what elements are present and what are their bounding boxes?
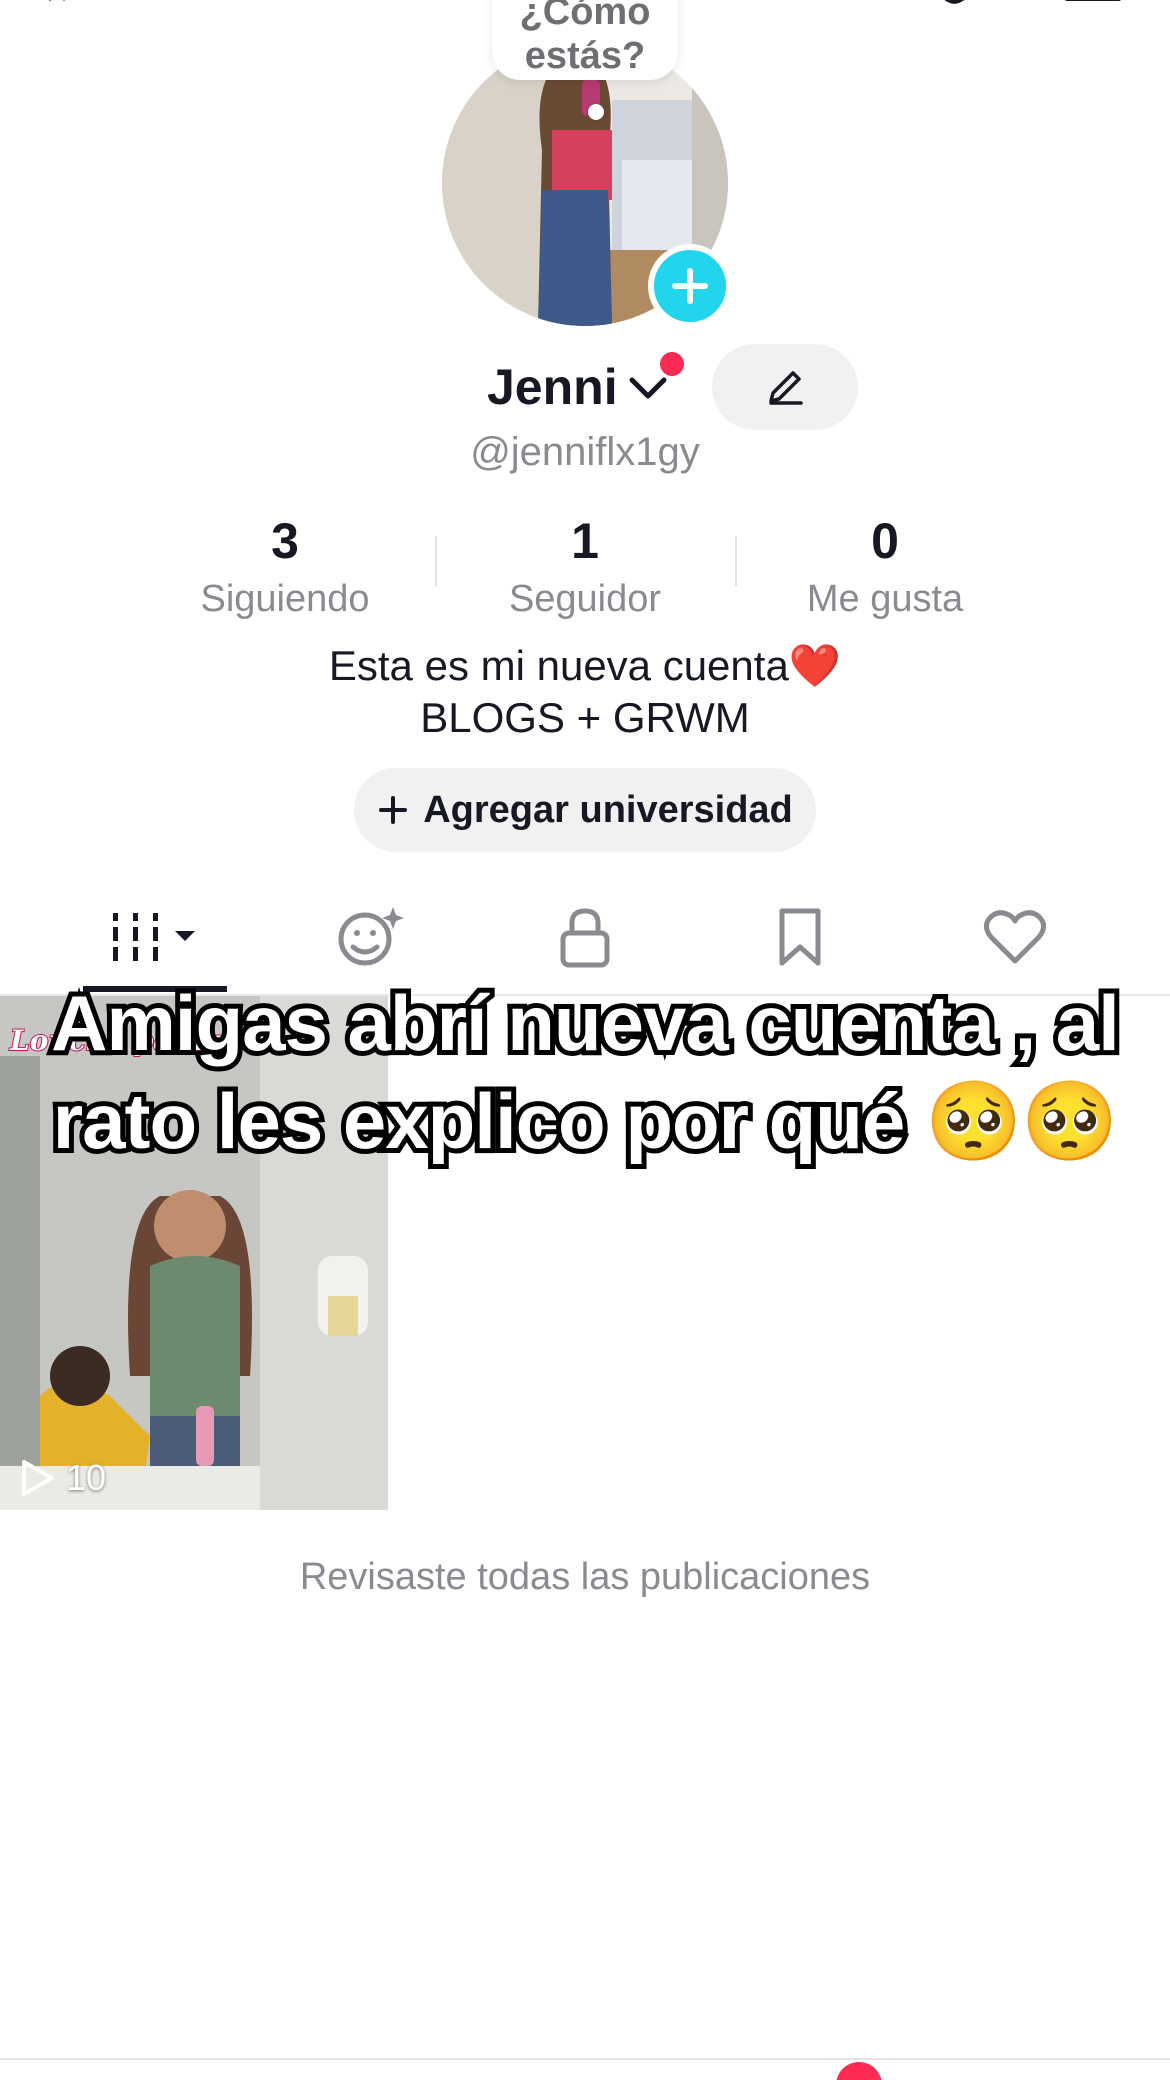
stat-value: 0 [871, 513, 899, 569]
plus-icon [379, 796, 408, 824]
overlay-caption: Amigas abrí nueva cuenta , al rato les e… [46, 974, 1125, 1170]
reposts-icon [338, 907, 404, 966]
bio: Esta es mi nueva cuenta❤️ BLOGS + GRWM [0, 640, 1170, 744]
display-name[interactable]: Jenni [487, 352, 618, 422]
profile-page: ¿Cómo estás? Jenni @jenniflx1gy 3 Siguie… [0, 0, 1170, 2080]
bio-line: BLOGS + GRWM [420, 694, 750, 741]
stat-divider [435, 536, 437, 586]
note-bubble-tail [588, 104, 604, 120]
stat-likes[interactable]: 0 Me gusta [755, 508, 1015, 624]
stat-value: 1 [571, 513, 599, 569]
play-icon [22, 1460, 54, 1496]
heart-icon [983, 910, 1047, 964]
bio-line: Esta es mi nueva cuenta❤️ [0, 640, 1170, 692]
videos-grid-icon [113, 913, 195, 961]
heart-emoji: ❤️ [788, 642, 842, 689]
lock-icon [560, 908, 610, 968]
end-of-posts-text: Revisaste todas las publicaciones [299, 1556, 871, 1598]
views-count: 10 [66, 1457, 107, 1498]
bookmark-icon [779, 908, 821, 966]
stat-label: Me gusta [806, 578, 964, 620]
footprint-icon[interactable] [935, 0, 995, 8]
stat-value: 3 [271, 513, 299, 569]
note-text: ¿Cómo estás? [519, 0, 651, 77]
creator-tools-icon[interactable] [830, 0, 890, 6]
inbox-badge [836, 2062, 882, 2080]
bottom-nav-divider [0, 2058, 1170, 2060]
plus-icon [672, 268, 708, 304]
menu-icon[interactable] [1065, 0, 1121, 4]
add-friend-icon[interactable] [40, 0, 100, 6]
stat-label: Siguiendo [200, 578, 370, 620]
notification-dot [660, 352, 684, 376]
note-bubble[interactable]: ¿Cómo estás? [492, 0, 678, 80]
add-story-button[interactable] [648, 244, 732, 328]
stat-label: Seguidor [508, 578, 662, 620]
edit-profile-button[interactable] [712, 344, 858, 430]
username: @jenniflx1gy [470, 430, 700, 474]
add-university-label: Agregar universidad [423, 788, 793, 831]
pencil-icon [769, 371, 803, 405]
stat-divider [735, 536, 737, 586]
video-views: 10 [18, 1456, 106, 1500]
stat-following[interactable]: 3 Siguiendo [155, 508, 415, 624]
name-row: Jenni [0, 352, 1170, 422]
stat-followers[interactable]: 1 Seguidor [455, 508, 715, 624]
chevron-down-icon[interactable] [628, 372, 668, 402]
add-university-button[interactable]: Agregar universidad [354, 768, 816, 852]
bio-text: Esta es mi nueva cuenta [328, 642, 789, 689]
